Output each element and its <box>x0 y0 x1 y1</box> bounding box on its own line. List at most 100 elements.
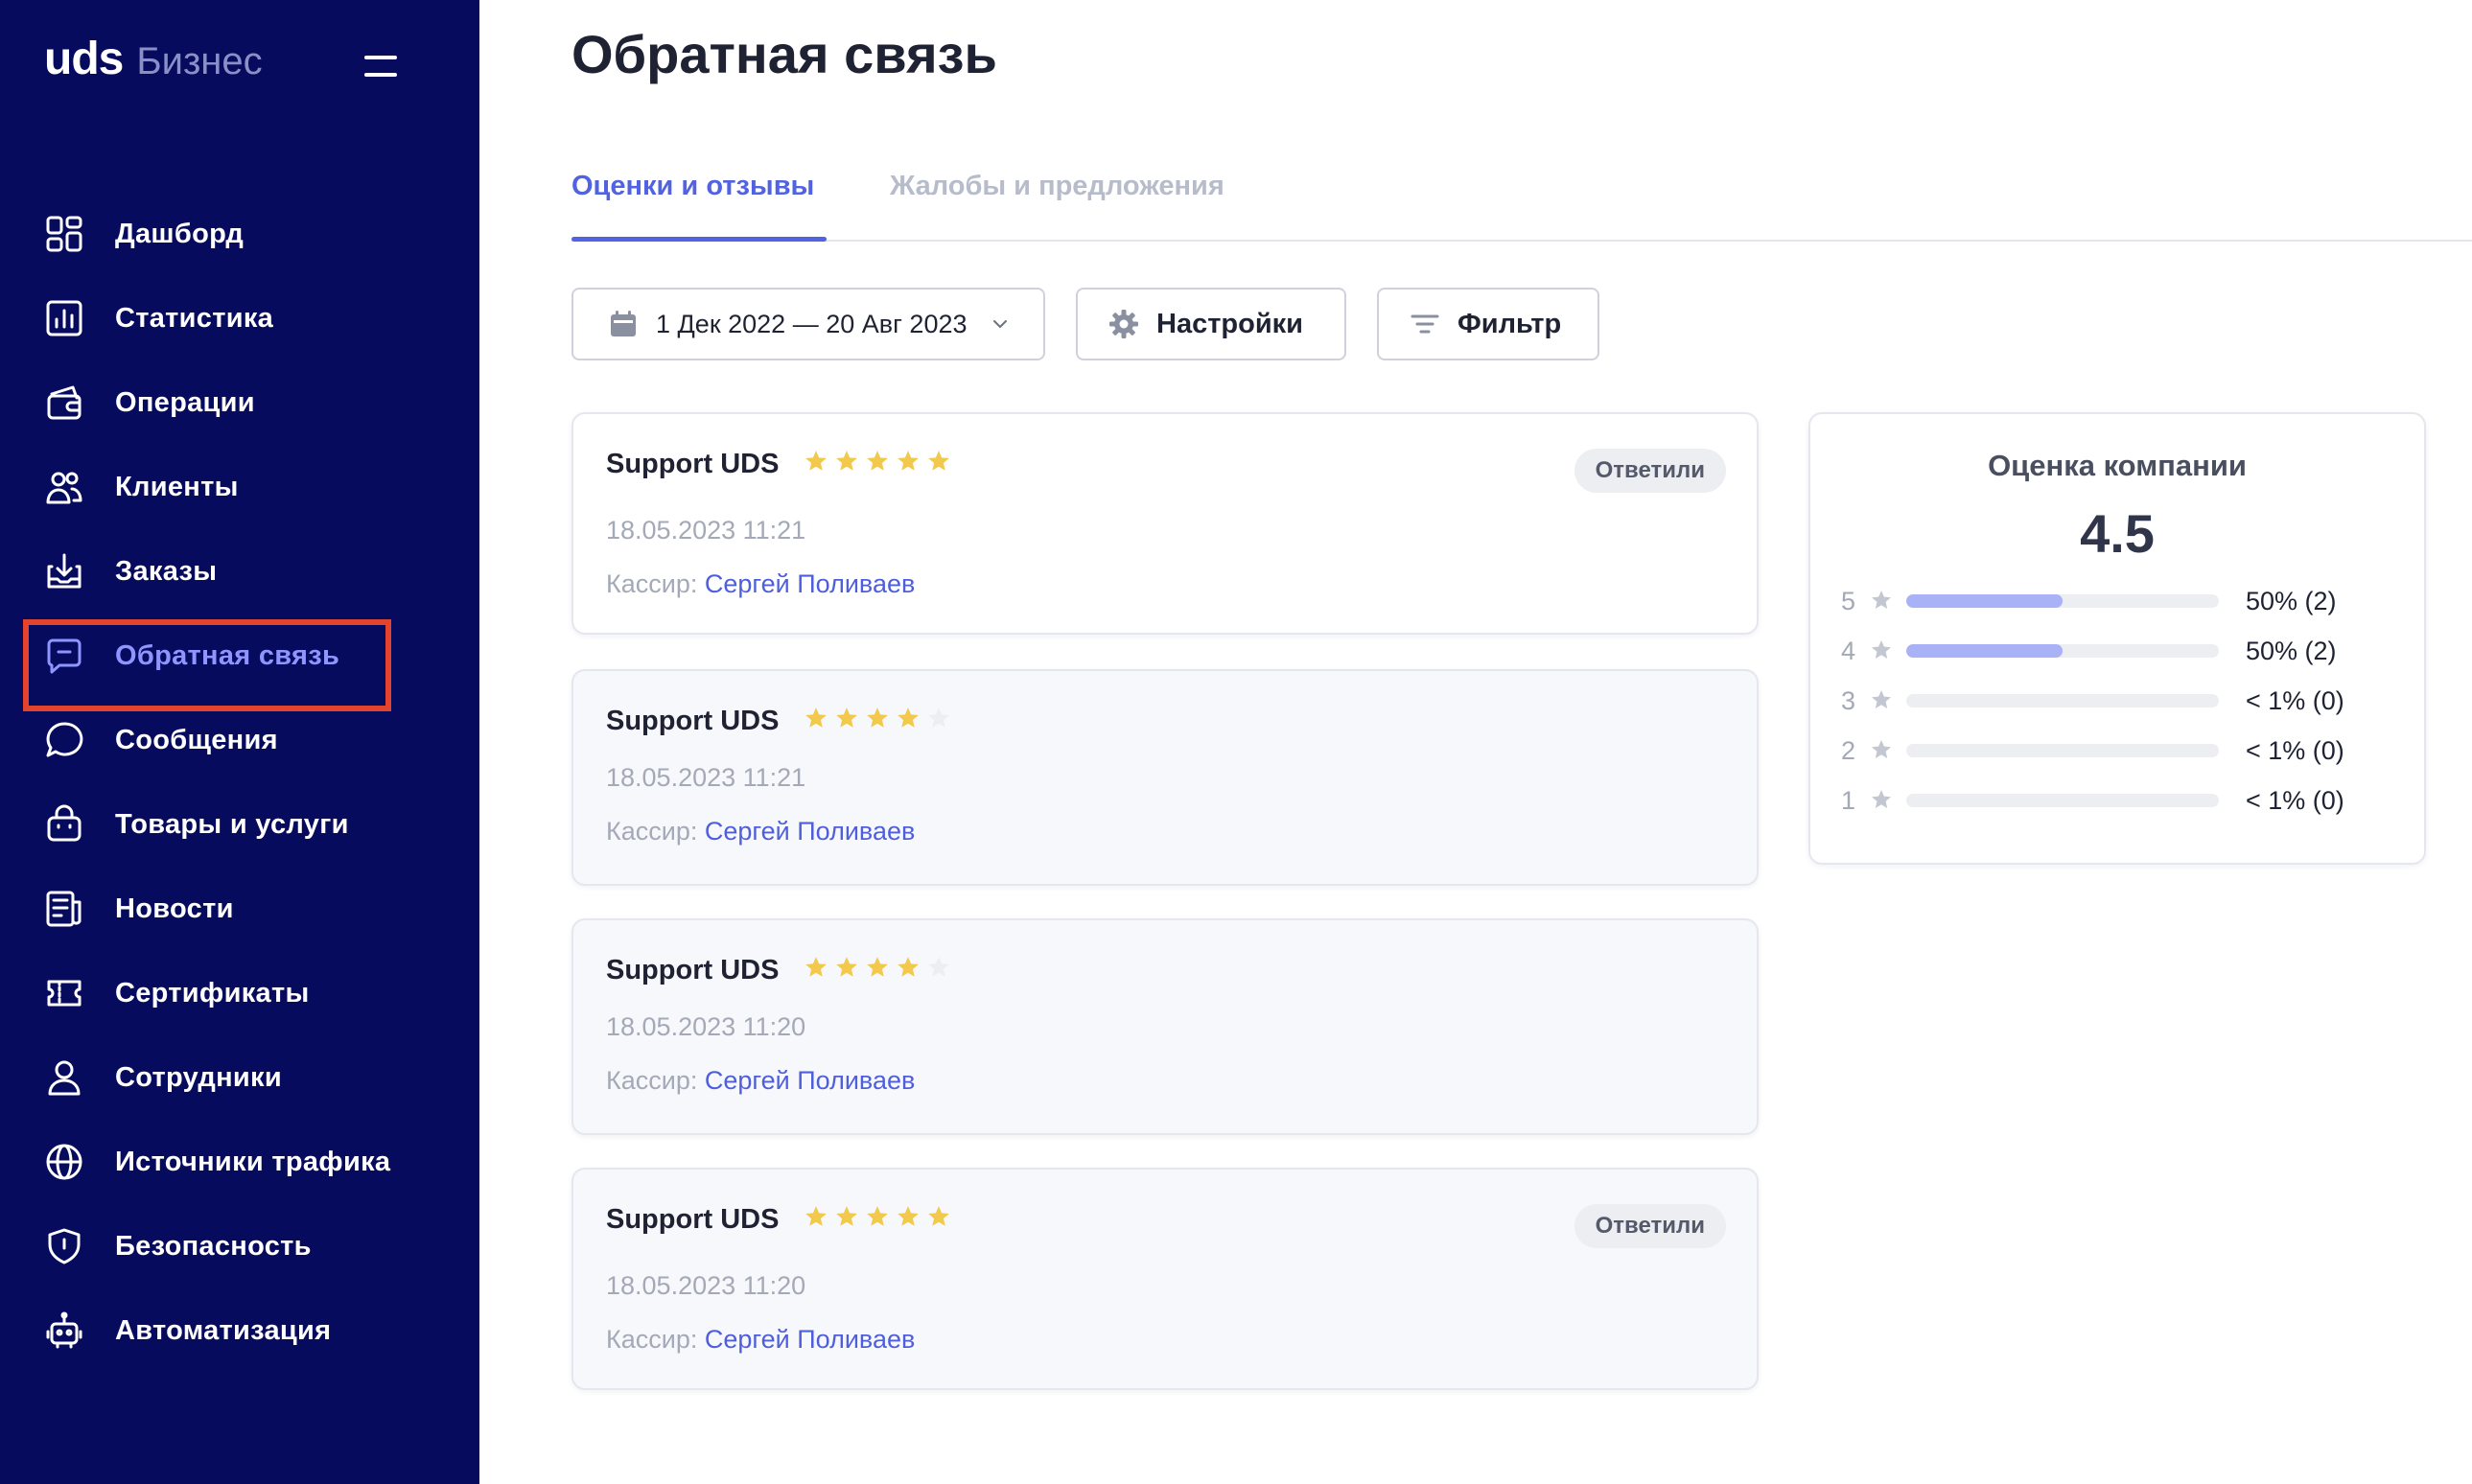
sidebar-item-operations[interactable]: Операции <box>0 360 479 445</box>
rating-bar-fill <box>1906 644 2063 658</box>
star-icon <box>898 1206 919 1226</box>
star-icon <box>867 707 888 728</box>
sidebar-item-chart[interactable]: Статистика <box>0 276 479 360</box>
star-icon <box>1870 589 1893 612</box>
star-icon <box>867 451 888 471</box>
sidebar-item-label: Новости <box>115 893 234 924</box>
tab-active-indicator <box>571 237 827 242</box>
review-author: Support UDS <box>606 955 780 985</box>
sidebar-item-person[interactable]: Сотрудники <box>0 1035 479 1120</box>
star-icon <box>805 707 827 728</box>
rating-bar <box>1906 694 2219 707</box>
review-cashier: Кассир: Сергей Поливаев <box>606 1066 915 1096</box>
cashier-label: Кассир: <box>606 817 698 846</box>
review-stars <box>804 449 951 474</box>
star-icon <box>805 451 827 471</box>
rating-row: 3 < 1% (0) <box>1841 683 2397 721</box>
cashier-label: Кассир: <box>606 1325 698 1354</box>
rating-row: 5 50% (2) <box>1841 583 2397 621</box>
sidebar-item-label: Клиенты <box>115 471 239 502</box>
filter-button[interactable]: Фильтр <box>1377 288 1599 360</box>
cashier-name-link[interactable]: Сергей Поливаев <box>705 1066 915 1095</box>
sidebar-item-news[interactable]: Новости <box>0 867 479 951</box>
rating-row: 1 < 1% (0) <box>1841 782 2397 821</box>
sidebar-item-feedback[interactable]: Обратная связь <box>0 614 479 698</box>
chart-icon <box>44 298 84 338</box>
review-cashier: Кассир: Сергей Поливаев <box>606 569 915 599</box>
review-date: 18.05.2023 11:21 <box>606 763 806 792</box>
replied-badge: Ответили <box>1574 1204 1726 1248</box>
star-icon <box>898 707 919 728</box>
chevron-down-icon <box>992 320 1007 329</box>
review-card[interactable]: Support UDS 18.05.2023 11:21 Кассир: Серге… <box>571 669 1759 886</box>
sidebar-item-ticket[interactable]: Сертификаты <box>0 951 479 1035</box>
review-date: 18.05.2023 11:21 <box>606 516 806 545</box>
cashier-name-link[interactable]: Сергей Поливаев <box>705 817 915 846</box>
brand[interactable]: uds Бизнес <box>44 33 263 85</box>
sidebar-item-dashboard[interactable]: Дашборд <box>0 192 479 276</box>
globe-icon <box>44 1142 84 1182</box>
review-card[interactable]: Support UDS 18.05.2023 11:20 Кассир: Серге… <box>571 918 1759 1135</box>
calendar-icon <box>611 311 636 336</box>
sidebar-item-users[interactable]: Клиенты <box>0 445 479 529</box>
dashboard-icon <box>44 214 84 254</box>
star-icon <box>1870 788 1893 811</box>
review-card[interactable]: Support UDS 18.05.2023 11:20 Кассир: Серге… <box>571 1168 1759 1390</box>
rating-percent: < 1% (0) <box>2246 686 2344 715</box>
rating-percent: 50% (2) <box>2246 587 2337 615</box>
sidebar-item-message[interactable]: Сообщения <box>0 698 479 782</box>
robot-icon <box>44 1310 84 1351</box>
rating-star-count: 5 <box>1841 587 1856 615</box>
sidebar-item-robot[interactable]: Автоматизация <box>0 1288 479 1373</box>
shield-icon <box>44 1226 84 1266</box>
menu-toggle-icon[interactable] <box>364 56 397 79</box>
person-icon <box>44 1057 84 1098</box>
star-icon <box>805 957 827 977</box>
news-icon <box>44 889 84 929</box>
rating-percent: < 1% (0) <box>2246 736 2344 765</box>
sidebar-item-inbox[interactable]: Заказы <box>0 529 479 614</box>
sidebar-item-label: Дашборд <box>115 218 245 249</box>
tab-complaints-suggestions[interactable]: Жалобы и предложения <box>890 171 1224 202</box>
rating-row: 2 < 1% (0) <box>1841 732 2397 771</box>
cashier-name-link[interactable]: Сергей Поливаев <box>705 1325 915 1354</box>
sidebar-item-bag[interactable]: Товары и услуги <box>0 782 479 867</box>
ticket-icon <box>44 973 84 1013</box>
star-icon <box>928 1206 949 1226</box>
star-icon <box>836 451 857 471</box>
sidebar-item-label: Обратная связь <box>115 639 340 671</box>
feedback-icon <box>44 636 84 676</box>
star-icon <box>867 1206 888 1226</box>
review-cashier: Кассир: Сергей Поливаев <box>606 817 915 846</box>
review-author: Support UDS <box>606 706 780 736</box>
rating-star-count: 2 <box>1841 736 1856 765</box>
settings-label: Настройки <box>1156 308 1304 339</box>
rating-score: 4.5 <box>2080 503 2155 564</box>
star-icon <box>1870 638 1893 661</box>
tab-ratings-reviews[interactable]: Оценки и отзывы <box>571 171 814 202</box>
star-icon <box>898 957 919 977</box>
settings-button[interactable]: Настройки <box>1076 288 1346 360</box>
main-content: Обратная связь Оценки и отзывы Жалобы и … <box>479 0 2472 1484</box>
sidebar-item-shield[interactable]: Безопасность <box>0 1204 479 1288</box>
cashier-name-link[interactable]: Сергей Поливаев <box>705 569 915 598</box>
brand-logo: uds <box>44 34 124 84</box>
date-range-picker[interactable]: 1 Дек 2022 — 20 Авг 2023 <box>571 288 1045 360</box>
rating-bar <box>1906 744 2219 757</box>
review-card[interactable]: Support UDS 18.05.2023 11:21 Кассир: Серге… <box>571 412 1759 635</box>
star-icon <box>1870 738 1893 761</box>
cashier-label: Кассир: <box>606 1066 698 1095</box>
review-stars <box>804 955 951 980</box>
rating-star-count: 4 <box>1841 637 1856 665</box>
star-icon <box>1870 688 1893 711</box>
sidebar-item-label: Автоматизация <box>115 1314 332 1346</box>
sidebar-item-globe[interactable]: Источники трафика <box>0 1120 479 1204</box>
star-icon <box>928 451 949 471</box>
rating-bar <box>1906 594 2219 608</box>
inbox-icon <box>44 551 84 591</box>
star-icon <box>836 707 857 728</box>
sidebar: uds Бизнес Дашборд Статистика Операции Клие… <box>0 0 479 1484</box>
star-icon <box>867 957 888 977</box>
rating-row: 4 50% (2) <box>1841 633 2397 671</box>
bag-icon <box>44 804 84 845</box>
